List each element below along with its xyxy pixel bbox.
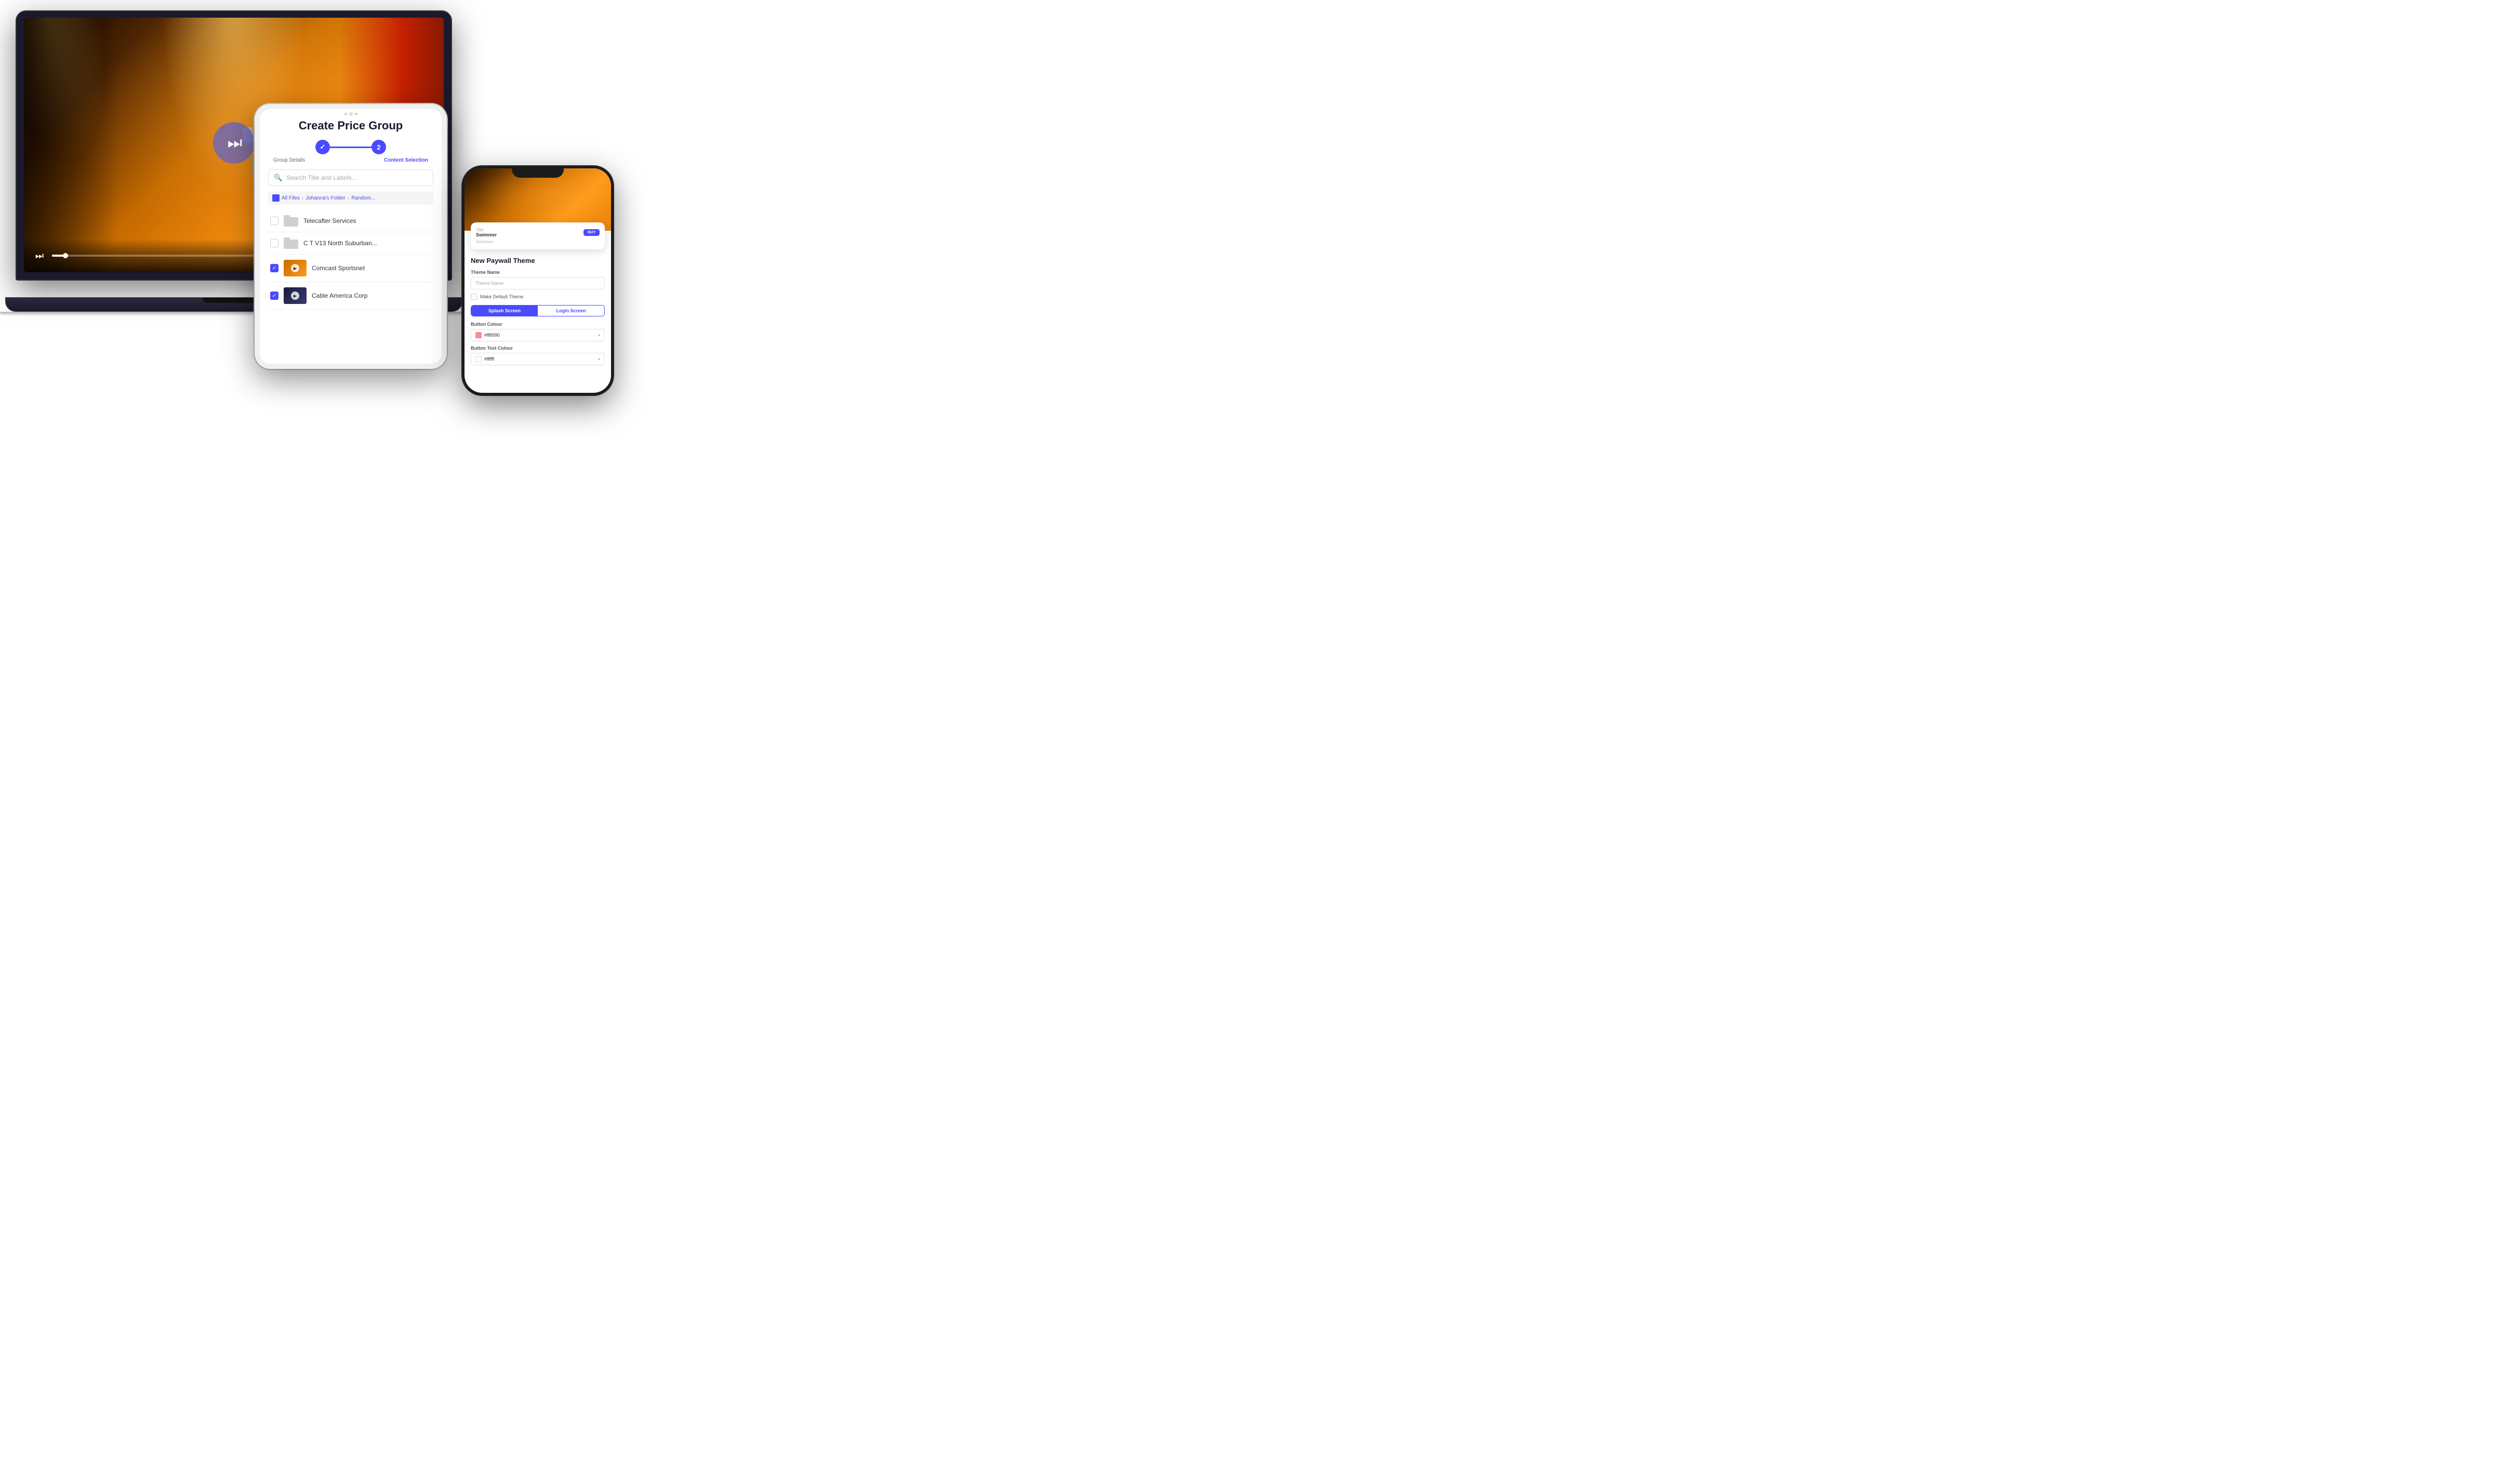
thumb-play-3: ▶ [284,260,307,276]
phone-hero-image [465,168,611,231]
make-default-row[interactable]: Make Default Theme [471,294,605,300]
login-screen-tab[interactable]: Login Screen [538,306,604,316]
step-2-circle: 2 [372,140,386,154]
dark-left [24,18,117,272]
phone-notch [512,166,564,178]
step-2-number: 2 [377,143,380,151]
paywall-title-row: Title Swimmer BUY [476,228,600,237]
file-name-3: Comcast Sportsnet [312,264,365,272]
button-text-chevron-icon: ▾ [598,357,600,362]
tablet-top-bar [260,109,442,117]
file-thumbnail-4: ▶ [284,287,307,304]
file-checkbox-1[interactable] [270,217,278,225]
button-colour-chevron-icon: ▾ [598,333,600,338]
file-name-1: Telecafter Services [303,217,356,224]
breadcrumb-part2[interactable]: Johanna's Folder [306,195,345,201]
file-name-2: C T V13 North Suburban... [303,240,377,247]
play-next-button[interactable]: ⏭ [32,248,47,263]
phone-hero-overlay [465,168,611,231]
file-checkbox-2[interactable] [270,239,278,247]
phone-device: Title Swimmer BUY Swimmer New Paywall Th… [462,166,613,395]
file-item-2[interactable]: C T V13 North Suburban... [268,232,433,255]
step-line [330,147,372,148]
paywall-title-value: Swimmer [476,232,497,237]
tablet-screen: Create Price Group ✓ 2 Group Details Con… [260,109,442,364]
make-default-checkbox[interactable] [471,294,477,300]
file-item-3[interactable]: ✓ ▶ Comcast Sportsnet [268,255,433,282]
scene: ⏭ ⏭ 0:15 🔊 ◀◀ [0,0,624,371]
progress-dot [63,253,68,258]
folder-icon-2 [284,237,298,249]
step-2-label: Content Selection [384,157,428,163]
button-text-colour-value: #ffffff [484,356,494,362]
file-checkbox-3[interactable]: ✓ [270,264,278,272]
button-text-colour-label: Button Text Colour [471,346,605,351]
breadcrumb-icon [272,194,280,202]
splash-screen-tab[interactable]: Splash Screen [471,306,538,316]
file-name-4: Cable America Corp [312,292,367,299]
make-default-label: Make Default Theme [480,294,523,299]
breadcrumb-sep-2: › [348,195,349,201]
paywall-subtitle: Swimmer [476,240,600,244]
theme-name-label: Theme Name [471,270,605,275]
folder-body-2 [284,240,298,249]
button-colour-value: #ff8990 [484,333,500,338]
video-play-button[interactable]: ⏭ [213,122,255,164]
theme-name-placeholder: Theme Name [475,281,504,286]
button-colour-label: Button Colour [471,322,605,327]
search-placeholder-text: Search Title and Labels... [286,174,356,181]
file-checkbox-4[interactable]: ✓ [270,292,278,300]
folder-icon-1 [284,215,298,227]
paywall-title-label: Title [476,228,497,232]
stepper: ✓ 2 [268,140,433,154]
button-colour-swatch [475,332,482,338]
breadcrumb-part1[interactable]: All Files [282,195,300,201]
thumb-play-4: ▶ [284,287,307,304]
play-icon: ⏭ [228,133,243,153]
file-item-4[interactable]: ✓ ▶ Cable America Corp [268,282,433,310]
screen-type-tabs: Splash Screen Login Screen [471,305,605,316]
tablet-dot-1 [344,113,347,115]
stepper-labels: Group Details Content Selection [268,157,433,163]
theme-name-input[interactable]: Theme Name [471,277,605,289]
button-colour-dropdown[interactable]: #ff8990 ▾ [471,329,605,341]
paywall-title-group: Title Swimmer [476,228,497,237]
dropdown-left: #ff8990 [475,332,500,338]
thumb-play-circle-3: ▶ [291,264,299,272]
folder-body [284,217,298,227]
buy-button[interactable]: BUY [583,229,600,236]
tablet-content: Create Price Group ✓ 2 Group Details Con… [260,117,442,356]
search-bar[interactable]: 🔍 Search Title and Labels... [268,169,433,186]
button-text-colour-dropdown[interactable]: #ffffff ▾ [471,353,605,365]
step-1-circle: ✓ [315,140,330,154]
tablet-device: Create Price Group ✓ 2 Group Details Con… [255,104,447,369]
tablet-dot-2 [355,113,357,115]
dropdown-text-left: #ffffff [475,356,494,362]
breadcrumb-sep-1: › [302,195,303,201]
thumb-play-circle-4: ▶ [291,292,299,300]
file-thumbnail-3: ▶ [284,260,307,276]
file-item-1[interactable]: Telecafter Services [268,210,433,232]
tablet-page-title: Create Price Group [268,119,433,132]
phone-screen: Title Swimmer BUY Swimmer New Paywall Th… [465,168,611,393]
button-text-colour-swatch [475,356,482,362]
search-icon: 🔍 [274,174,282,182]
step-1-icon: ✓ [320,143,326,151]
tablet-camera [349,112,353,116]
paywall-card: Title Swimmer BUY Swimmer [471,222,605,249]
play-next-icon: ⏭ [35,250,44,261]
phone-content: New Paywall Theme Theme Name Theme Name … [465,256,611,387]
phone-section-heading: New Paywall Theme [471,257,605,264]
breadcrumb: All Files › Johanna's Folder › Random... [268,191,433,205]
step-1-label: Group Details [273,157,305,163]
breadcrumb-part3: Random... [351,195,375,201]
